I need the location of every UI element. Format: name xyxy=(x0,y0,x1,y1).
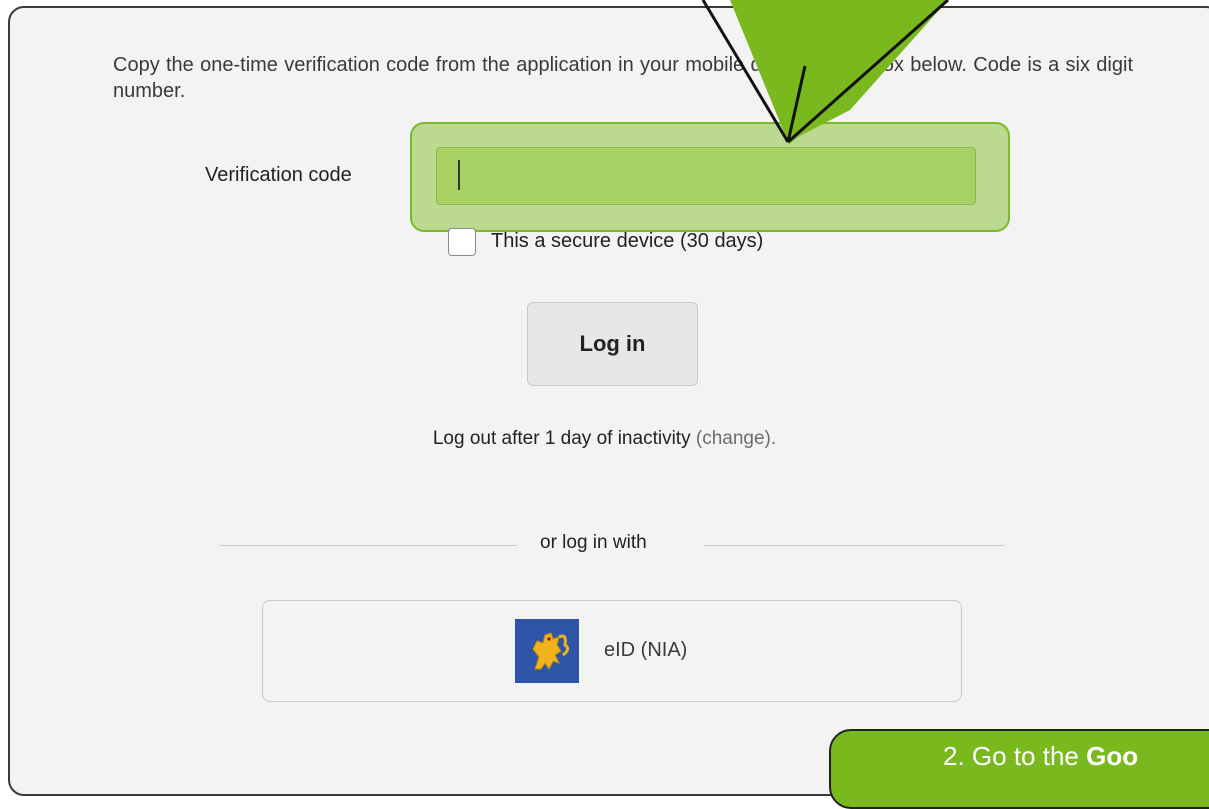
instruction-callout: 2. Go to the Goo xyxy=(829,729,1209,809)
login-button[interactable]: Log in xyxy=(527,302,698,386)
czech-lion-emblem-icon xyxy=(515,619,579,683)
or-login-with-label: or log in with xyxy=(540,532,647,553)
text-cursor xyxy=(458,160,460,190)
logout-notice: Log out after 1 day of inactivity (chang… xyxy=(0,428,1209,450)
verification-code-label: Verification code xyxy=(205,164,352,186)
divider-left xyxy=(220,545,517,546)
logout-notice-text: Log out after 1 day of inactivity xyxy=(432,428,696,449)
eid-button-label: eID (NIA) xyxy=(604,639,688,661)
divider-right xyxy=(704,545,1004,546)
change-link[interactable]: change xyxy=(702,428,764,449)
callout-text-bold: Goo xyxy=(1086,741,1139,771)
callout-text-prefix: 2. Go to the xyxy=(943,741,1087,771)
logout-change-close: ). xyxy=(764,428,777,449)
secure-device-label[interactable]: This a secure device (30 days) xyxy=(491,230,763,253)
verification-instructions: Copy the one-time verification code from… xyxy=(113,54,1133,102)
secure-device-checkbox[interactable] xyxy=(448,228,476,256)
eid-login-button[interactable]: eID (NIA) xyxy=(262,600,962,702)
callout-text: 2. Go to the Goo xyxy=(943,741,1138,772)
input-highlight xyxy=(410,122,1010,232)
